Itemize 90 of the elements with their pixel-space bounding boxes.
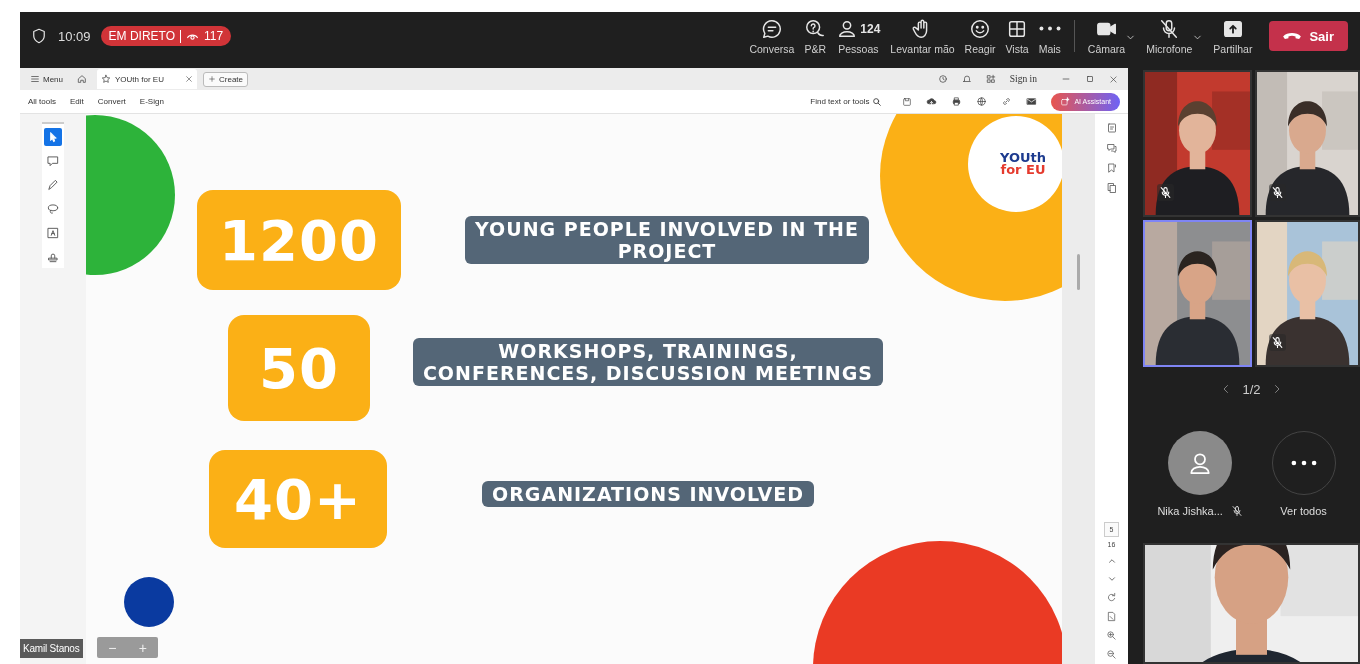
apps-icon: [985, 74, 996, 84]
printer-icon: [951, 96, 963, 107]
star-icon: [101, 74, 111, 84]
scrollbar[interactable]: [1077, 254, 1080, 290]
find-button[interactable]: Find text or tools: [804, 95, 889, 108]
stat-number: 50: [228, 315, 370, 421]
zoom-in-icon: [1106, 630, 1117, 641]
leave-button[interactable]: Sair: [1269, 21, 1348, 51]
link-icon: [1001, 96, 1013, 107]
page-icon: [1106, 611, 1117, 622]
select-tool-button[interactable]: [44, 128, 62, 146]
mail-icon: [1026, 96, 1038, 107]
stat-number: 40+: [209, 450, 387, 548]
viewer-count: 117: [204, 29, 224, 43]
create-button[interactable]: Create: [203, 71, 249, 87]
comments-button[interactable]: [1105, 142, 1118, 154]
sign-in-button[interactable]: Sign in: [1005, 72, 1041, 86]
clock-icon: [937, 74, 948, 84]
comment-icon: [1105, 142, 1118, 154]
live-badge: EM DIRETO 117: [100, 26, 232, 46]
bookmarks-button[interactable]: [1105, 162, 1118, 174]
participant-name: Nika Jishka...: [1157, 505, 1223, 517]
restore-icon: [1085, 74, 1095, 84]
menu-link[interactable]: All tools: [28, 97, 56, 106]
text-box-icon: [46, 226, 60, 240]
menu-button[interactable]: Menu: [26, 72, 67, 86]
menu-link[interactable]: Edit: [70, 97, 84, 106]
pages-button[interactable]: [1105, 182, 1118, 194]
pages-icon: [1105, 182, 1118, 194]
fit-page-button[interactable]: [1106, 611, 1117, 622]
microphone-button[interactable]: Microfone: [1141, 13, 1209, 59]
page-indicator: 1/2: [1242, 381, 1261, 397]
presenter-name: Kamil Stanos: [20, 639, 83, 658]
stat-number: 1200: [197, 190, 401, 290]
bookmark-icon: [1105, 162, 1118, 174]
zoom-out-icon: [1106, 649, 1117, 660]
camera-button[interactable]: Câmara: [1082, 13, 1142, 59]
globe-button[interactable]: [976, 96, 988, 107]
search-icon: [872, 96, 883, 107]
phone-icon: [1283, 32, 1302, 40]
edit-panel-button[interactable]: [1105, 122, 1118, 134]
chevron-up-icon: [1106, 556, 1117, 566]
upload-button[interactable]: [926, 96, 938, 107]
chevron-down-icon: [1106, 574, 1117, 584]
stat-label: YOUNG PEOPLE INVOLVED IN THE PROJECT: [465, 216, 869, 264]
meeting-time: 10:09: [58, 28, 91, 44]
more-button[interactable]: Mais: [1033, 13, 1066, 59]
rotate-icon: [1106, 592, 1117, 603]
link-button[interactable]: [1001, 96, 1013, 107]
share-button[interactable]: Partilhar: [1208, 13, 1258, 59]
close-icon: [1109, 74, 1118, 84]
home-icon: [77, 74, 87, 84]
rotate-button[interactable]: [1106, 592, 1117, 603]
stat-label: ORGANIZATIONS INVOLVED: [482, 481, 814, 507]
view-button[interactable]: Vista: [1000, 13, 1034, 59]
shield-icon: [30, 27, 48, 45]
chat-button[interactable]: Conversa: [744, 13, 800, 59]
participant-name: Ver todos: [1280, 505, 1327, 517]
globe-icon: [976, 96, 988, 107]
chat-icon: [760, 17, 783, 40]
more-icon: [1290, 460, 1317, 466]
pen-icon: [46, 178, 60, 192]
comment-icon: [46, 154, 60, 168]
lasso-icon: [46, 202, 60, 216]
more-icon: [1038, 26, 1061, 31]
menu-link[interactable]: E-Sign: [139, 97, 164, 106]
mail-button[interactable]: [1026, 96, 1038, 107]
circle-shape: [124, 577, 174, 627]
save-icon: [902, 96, 913, 107]
bell-icon: [961, 74, 972, 84]
document-icon: [1105, 122, 1118, 134]
raise-hand-button[interactable]: Levantar mão: [885, 13, 960, 59]
close-icon: [185, 75, 193, 83]
menu-icon: [30, 74, 40, 84]
sparkle-icon: [1060, 96, 1071, 107]
plus-icon: [208, 75, 216, 83]
next-page-button[interactable]: [1106, 574, 1117, 584]
smiley-icon: [969, 17, 992, 40]
stat-label: WORKSHOPS, TRAININGS, CONFERENCES, DISCUSSION MEETINGS: [412, 338, 884, 386]
zoom-out-button[interactable]: [1106, 649, 1117, 660]
people-button[interactable]: 124 Pessoas: [831, 13, 886, 59]
questions-button[interactable]: P&R: [799, 13, 832, 59]
save-button[interactable]: [902, 96, 913, 107]
cloud-upload-icon: [926, 96, 938, 107]
print-button[interactable]: [951, 96, 963, 107]
react-button[interactable]: Reagir: [959, 13, 1001, 59]
previous-page-button[interactable]: [1106, 556, 1117, 566]
menu-link[interactable]: Convert: [97, 97, 126, 106]
document-tab[interactable]: YOUth for EU: [97, 69, 197, 89]
zoom-in-button[interactable]: [1106, 630, 1117, 641]
